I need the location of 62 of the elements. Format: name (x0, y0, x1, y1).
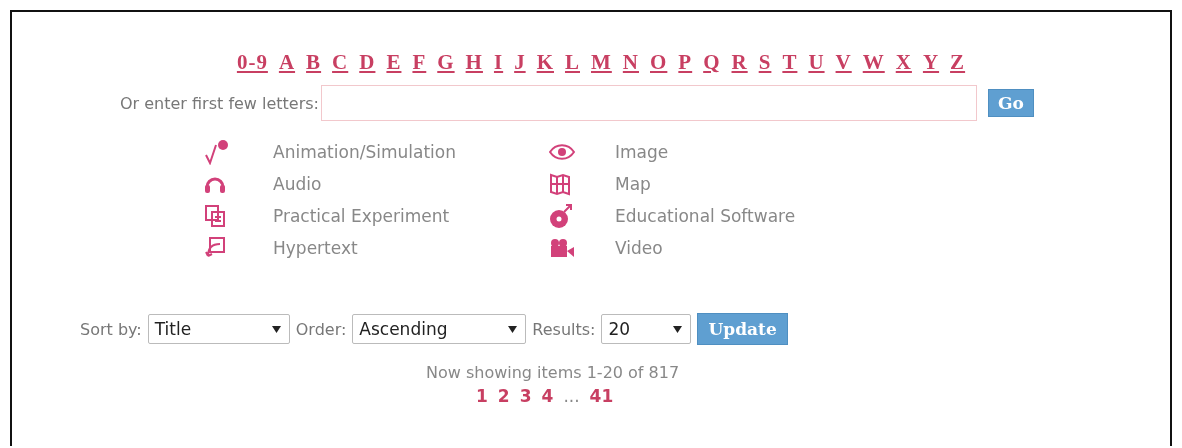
letter-link[interactable]: V (835, 50, 852, 75)
letter-link[interactable]: O (650, 50, 668, 75)
legend-label: Practical Experiment (273, 205, 451, 228)
letter-link[interactable]: M (591, 50, 612, 75)
dropdown-caret-icon (508, 325, 518, 333)
page-link[interactable]: 41 (589, 386, 614, 406)
letter-link[interactable]: U (808, 50, 825, 75)
graph-point-icon (204, 139, 230, 165)
dropdown[interactable]: Title (147, 314, 290, 344)
map-icon (549, 172, 571, 196)
letter-link[interactable]: L (565, 50, 580, 75)
document-arrow-icon (204, 236, 226, 260)
letter-link[interactable]: I (493, 50, 504, 75)
legend-label: Image (615, 141, 670, 164)
page-link[interactable]: 3 (519, 386, 532, 406)
letter-link[interactable]: J (514, 50, 526, 75)
letter-link[interactable]: D (359, 50, 376, 75)
letter-link[interactable]: T (782, 50, 798, 75)
page-link[interactable]: 1 (476, 386, 488, 406)
page-link[interactable]: 2 (497, 386, 510, 406)
page-link[interactable]: 4 (541, 386, 554, 406)
dropdown-caret-icon (673, 325, 683, 333)
letter-link[interactable]: R (731, 50, 748, 75)
legend-label: Map (615, 173, 652, 196)
go-button[interactable]: Go (988, 89, 1034, 117)
letter-link[interactable]: G (437, 50, 455, 75)
eye-icon (549, 144, 575, 160)
legend-label: Educational Software (615, 205, 797, 228)
letter-link[interactable]: B (306, 50, 322, 75)
letter-link[interactable]: K (536, 50, 554, 75)
documents-icon (204, 204, 226, 228)
letter-link[interactable]: N (622, 50, 639, 75)
video-camera-icon (549, 238, 575, 258)
control-label: Results: (532, 319, 596, 339)
letter-link[interactable]: Q (703, 50, 721, 75)
letter-link[interactable]: X (895, 50, 912, 75)
letter-link[interactable]: E (386, 50, 402, 75)
legend-label: Animation/Simulation (273, 141, 457, 164)
letter-link[interactable]: Y (922, 50, 940, 75)
dropdown[interactable]: 20 (601, 314, 692, 344)
letter-link[interactable]: H (465, 50, 483, 75)
letter-link[interactable]: S (758, 50, 772, 75)
letter-link[interactable]: W (862, 50, 885, 75)
page-gap: ... (563, 386, 580, 406)
dropdown-caret-icon (271, 325, 281, 333)
search-label: Or enter first few letters: (120, 93, 319, 113)
letter-link[interactable]: P (678, 50, 693, 75)
results-summary: Now showing items 1-20 of 817 (426, 363, 680, 382)
legend-label: Video (615, 237, 664, 260)
letter-link[interactable]: F (412, 50, 427, 75)
letter-link[interactable]: C (332, 50, 349, 75)
letter-link[interactable]: A (278, 50, 296, 75)
update-button[interactable]: Update (697, 313, 788, 345)
legend-label: Hypertext (273, 237, 359, 260)
search-field[interactable] (321, 85, 977, 121)
control-label: Sort by: (80, 319, 142, 339)
letter-link[interactable]: Z (950, 50, 966, 75)
disc-arrow-icon (549, 203, 573, 229)
dropdown[interactable]: Ascending (352, 314, 527, 344)
legend-label: Audio (273, 173, 323, 196)
control-label: Order: (295, 319, 347, 339)
letter-link[interactable]: 0-9 (236, 50, 268, 75)
